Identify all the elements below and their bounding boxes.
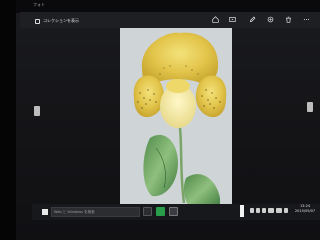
- task-view-icon[interactable]: [143, 207, 152, 216]
- back-to-collection-label: コレクションを表示: [43, 18, 79, 23]
- edit-icon[interactable]: [248, 15, 256, 23]
- clock[interactable]: 13:24 2015/09/07: [294, 204, 316, 214]
- keyboard-icon[interactable]: [276, 208, 282, 213]
- store-app-icon[interactable]: [156, 207, 165, 216]
- more-icon[interactable]: [302, 15, 310, 23]
- orchid-photo: [120, 28, 232, 208]
- taskbar-search-input[interactable]: Web と Windows を検索: [51, 207, 140, 217]
- monitor-bezel-left: [0, 0, 16, 240]
- home-icon[interactable]: [211, 15, 219, 23]
- ime-icon[interactable]: [284, 208, 288, 213]
- next-photo-arrow[interactable]: [307, 102, 313, 112]
- previous-photo-arrow[interactable]: [34, 106, 40, 116]
- back-to-collection-button[interactable]: コレクションを表示: [35, 17, 79, 25]
- slideshow-icon[interactable]: [228, 15, 236, 23]
- start-icon[interactable]: [42, 209, 48, 215]
- clock-date: 2015/09/07: [294, 209, 316, 213]
- enhance-icon[interactable]: [266, 15, 274, 23]
- collection-icon: [35, 18, 40, 24]
- delete-icon[interactable]: [284, 15, 292, 23]
- photos-app-icon[interactable]: [169, 207, 178, 216]
- network-icon[interactable]: [250, 208, 254, 213]
- show-desktop-marker[interactable]: [240, 205, 244, 217]
- volume-icon[interactable]: [256, 208, 260, 213]
- window-title: フォト: [33, 2, 45, 7]
- notification-icon[interactable]: [268, 208, 274, 213]
- battery-icon[interactable]: [262, 208, 266, 213]
